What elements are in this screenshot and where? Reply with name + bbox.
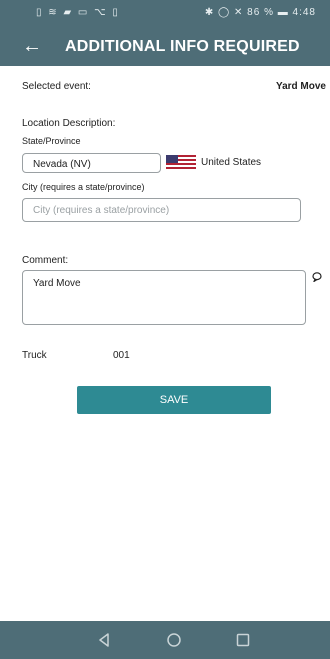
page-title: ADDITIONAL INFO REQUIRED — [65, 38, 300, 55]
state-province-select[interactable]: Nevada (NV) — [22, 153, 161, 173]
city-input[interactable]: City (requires a state/province) — [22, 198, 301, 222]
selected-event-value: Yard Move — [275, 81, 326, 92]
truck-value: 001 — [113, 350, 130, 361]
app-bar: ← ADDITIONAL INFO REQUIRED — [0, 28, 330, 66]
status-icons-left: ▯ ≋ ▰ ▭ ⌥ ▯ — [36, 7, 120, 18]
save-button[interactable]: SAVE — [77, 386, 271, 414]
city-placeholder: City (requires a state/province) — [33, 205, 170, 216]
nav-home-icon[interactable] — [163, 629, 185, 651]
comment-label: Comment: — [22, 255, 69, 266]
state-province-value: Nevada (NV) — [33, 159, 91, 170]
us-flag-icon — [166, 155, 196, 171]
status-icons-right: ✱ ◯ ✕ 86 % ▬ 4:48 — [204, 7, 316, 18]
comment-textarea[interactable]: Yard Move — [22, 270, 306, 325]
location-description-label: Location Description: — [22, 118, 116, 129]
nav-recents-icon[interactable] — [232, 629, 254, 651]
selected-event-label: Selected event: — [22, 81, 91, 92]
country-label: United States — [201, 157, 262, 168]
state-province-label: State/Province — [22, 136, 81, 146]
back-arrow-icon[interactable]: ← — [22, 35, 42, 58]
status-bar: ▯ ≋ ▰ ▭ ⌥ ▯ ✱ ◯ ✕ 86 % ▬ 4:48 — [0, 0, 330, 28]
comment-bubble-icon[interactable] — [312, 272, 322, 282]
nav-back-icon[interactable] — [93, 629, 115, 651]
truck-label: Truck — [22, 350, 47, 361]
comment-value: Yard Move — [33, 278, 81, 289]
city-label: City (requires a state/province) — [22, 182, 145, 192]
system-nav-bar — [0, 621, 330, 659]
